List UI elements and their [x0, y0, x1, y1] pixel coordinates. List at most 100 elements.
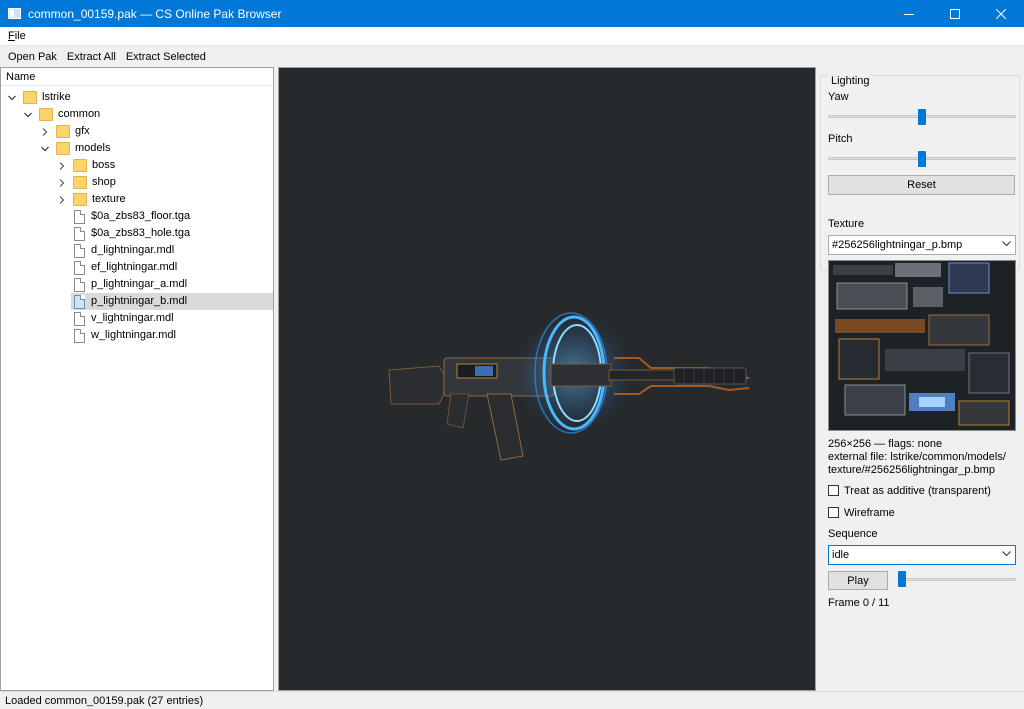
- tree-item-gfx[interactable]: gfx: [40, 123, 90, 140]
- menu-file-label: ile: [14, 30, 26, 42]
- chevron-down-icon[interactable]: [7, 93, 17, 103]
- tree-item-label: gfx: [75, 125, 90, 137]
- folder-icon: [56, 125, 70, 138]
- tree-item-label: p_lightningar_b.mdl: [91, 295, 188, 307]
- texture-label: Texture: [828, 218, 865, 230]
- tree-item-label: v_lightningar.mdl: [91, 312, 174, 324]
- yaw-slider-thumb[interactable]: [918, 109, 926, 125]
- status-bar: Loaded common_00159.pak (27 entries): [0, 691, 1024, 709]
- maximize-button[interactable]: [932, 0, 978, 27]
- file-icon: [74, 209, 85, 224]
- tree-item-label: w_lightningar.mdl: [91, 329, 176, 341]
- tree-item-label: boss: [92, 159, 116, 171]
- texture-info-dimensions: 256×256 — flags: none: [828, 438, 943, 450]
- tree-item-file[interactable]: w_lightningar.mdl: [74, 327, 176, 344]
- file-icon: [74, 311, 85, 326]
- sequence-select[interactable]: idle: [828, 545, 1016, 565]
- file-icon: [74, 260, 85, 275]
- pitch-slider-thumb[interactable]: [918, 151, 926, 167]
- tree-item-models[interactable]: models: [40, 140, 110, 157]
- texture-info-path-line1: external file: lstrike/common/models/: [828, 451, 1006, 463]
- folder-icon: [73, 159, 87, 172]
- minimize-icon: [904, 13, 914, 15]
- additive-checkbox-label[interactable]: Treat as additive (transparent): [844, 485, 991, 497]
- tree-item-label: lstrike: [42, 91, 71, 103]
- tree-item-label: $0a_zbs83_floor.tga: [91, 210, 191, 222]
- chevron-down-icon: [1002, 241, 1011, 247]
- tree-item-label: p_lightningar_a.mdl: [91, 278, 188, 290]
- chevron-right-icon[interactable]: [40, 127, 50, 137]
- tree-item-label: shop: [92, 176, 116, 188]
- chevron-down-icon: [1002, 551, 1011, 557]
- open-pak-button[interactable]: Open Pak: [3, 48, 62, 66]
- tree-item-shop[interactable]: shop: [57, 174, 116, 191]
- file-tree[interactable]: Name lstrike common gfx models boss shop…: [0, 67, 274, 691]
- maximize-icon: [950, 8, 960, 19]
- tree-item-lstrike[interactable]: lstrike: [7, 89, 71, 106]
- tree-item-file[interactable]: d_lightningar.mdl: [74, 242, 174, 259]
- tree-item-file[interactable]: $0a_zbs83_floor.tga: [74, 208, 190, 225]
- sequence-select-value: idle: [832, 549, 850, 561]
- chevron-down-icon[interactable]: [23, 110, 33, 120]
- chevron-right-icon[interactable]: [57, 195, 67, 205]
- properties-panel: Lighting Yaw Pitch Reset Texture #256256…: [818, 67, 1024, 691]
- chevron-right-icon[interactable]: [57, 178, 67, 188]
- menu-bar: File: [0, 27, 1024, 46]
- sequence-label: Sequence: [828, 528, 878, 540]
- tree-item-label: d_lightningar.mdl: [91, 244, 175, 256]
- file-icon: [74, 277, 85, 292]
- texture-preview: [828, 260, 1016, 431]
- tree-item-file-selected[interactable]: p_lightningar_b.mdl: [71, 293, 273, 310]
- tree-item-label: texture: [92, 193, 126, 205]
- window-title: common_00159.pak — CS Online Pak Browser: [28, 6, 282, 21]
- additive-checkbox[interactable]: [828, 485, 839, 496]
- tree-item-label: common: [58, 108, 101, 120]
- model-viewport[interactable]: [278, 67, 816, 691]
- folder-icon: [73, 193, 87, 206]
- weapon-model-render: [388, 312, 750, 461]
- tree-item-file[interactable]: p_lightningar_a.mdl: [74, 276, 187, 293]
- tree-column-header[interactable]: Name: [1, 68, 273, 86]
- tree-item-label: ef_lightningar.mdl: [91, 261, 178, 273]
- frame-slider-thumb[interactable]: [898, 571, 906, 587]
- file-icon: [74, 294, 85, 309]
- file-icon: [74, 226, 85, 241]
- folder-icon: [39, 108, 53, 121]
- toolbar: Open Pak Extract All Extract Selected: [0, 47, 1024, 67]
- frame-slider-track[interactable]: [898, 578, 1016, 581]
- title-bar: common_00159.pak — CS Online Pak Browser: [0, 0, 1024, 27]
- folder-icon: [56, 142, 70, 155]
- lighting-title: Lighting: [829, 75, 872, 87]
- minimize-button[interactable]: [886, 0, 932, 27]
- chevron-down-icon[interactable]: [40, 144, 50, 154]
- menu-file[interactable]: File: [0, 30, 34, 42]
- tree-item-file[interactable]: ef_lightningar.mdl: [74, 259, 177, 276]
- reset-button[interactable]: Reset: [828, 175, 1015, 195]
- play-button[interactable]: Play: [828, 571, 888, 590]
- file-icon: [74, 243, 85, 258]
- close-icon: [996, 8, 1006, 19]
- folder-icon: [73, 176, 87, 189]
- tree-item-file[interactable]: v_lightningar.mdl: [74, 310, 174, 327]
- wireframe-checkbox[interactable]: [828, 507, 839, 518]
- app-window-icon: [8, 8, 21, 19]
- extract-all-button[interactable]: Extract All: [62, 48, 121, 66]
- tree-item-boss[interactable]: boss: [57, 157, 115, 174]
- folder-icon: [23, 91, 37, 104]
- yaw-label: Yaw: [828, 91, 849, 103]
- tree-item-file[interactable]: $0a_zbs83_hole.tga: [74, 225, 190, 242]
- tree-item-common[interactable]: common: [23, 106, 100, 123]
- menu-file-mnemonic: F: [8, 30, 15, 42]
- texture-info-path-line2: texture/#256256lightningar_p.bmp: [828, 464, 995, 476]
- tree-item-texture[interactable]: texture: [57, 191, 126, 208]
- texture-select[interactable]: #256256lightningar_p.bmp: [828, 235, 1016, 255]
- frame-counter: Frame 0 / 11: [828, 597, 890, 609]
- tree-item-label: models: [75, 142, 111, 154]
- close-button[interactable]: [978, 0, 1024, 27]
- extract-selected-button[interactable]: Extract Selected: [121, 48, 211, 66]
- tree-item-label: $0a_zbs83_hole.tga: [91, 227, 191, 239]
- wireframe-checkbox-label[interactable]: Wireframe: [844, 507, 895, 519]
- chevron-right-icon[interactable]: [57, 161, 67, 171]
- file-icon: [74, 328, 85, 343]
- pitch-label: Pitch: [828, 133, 853, 145]
